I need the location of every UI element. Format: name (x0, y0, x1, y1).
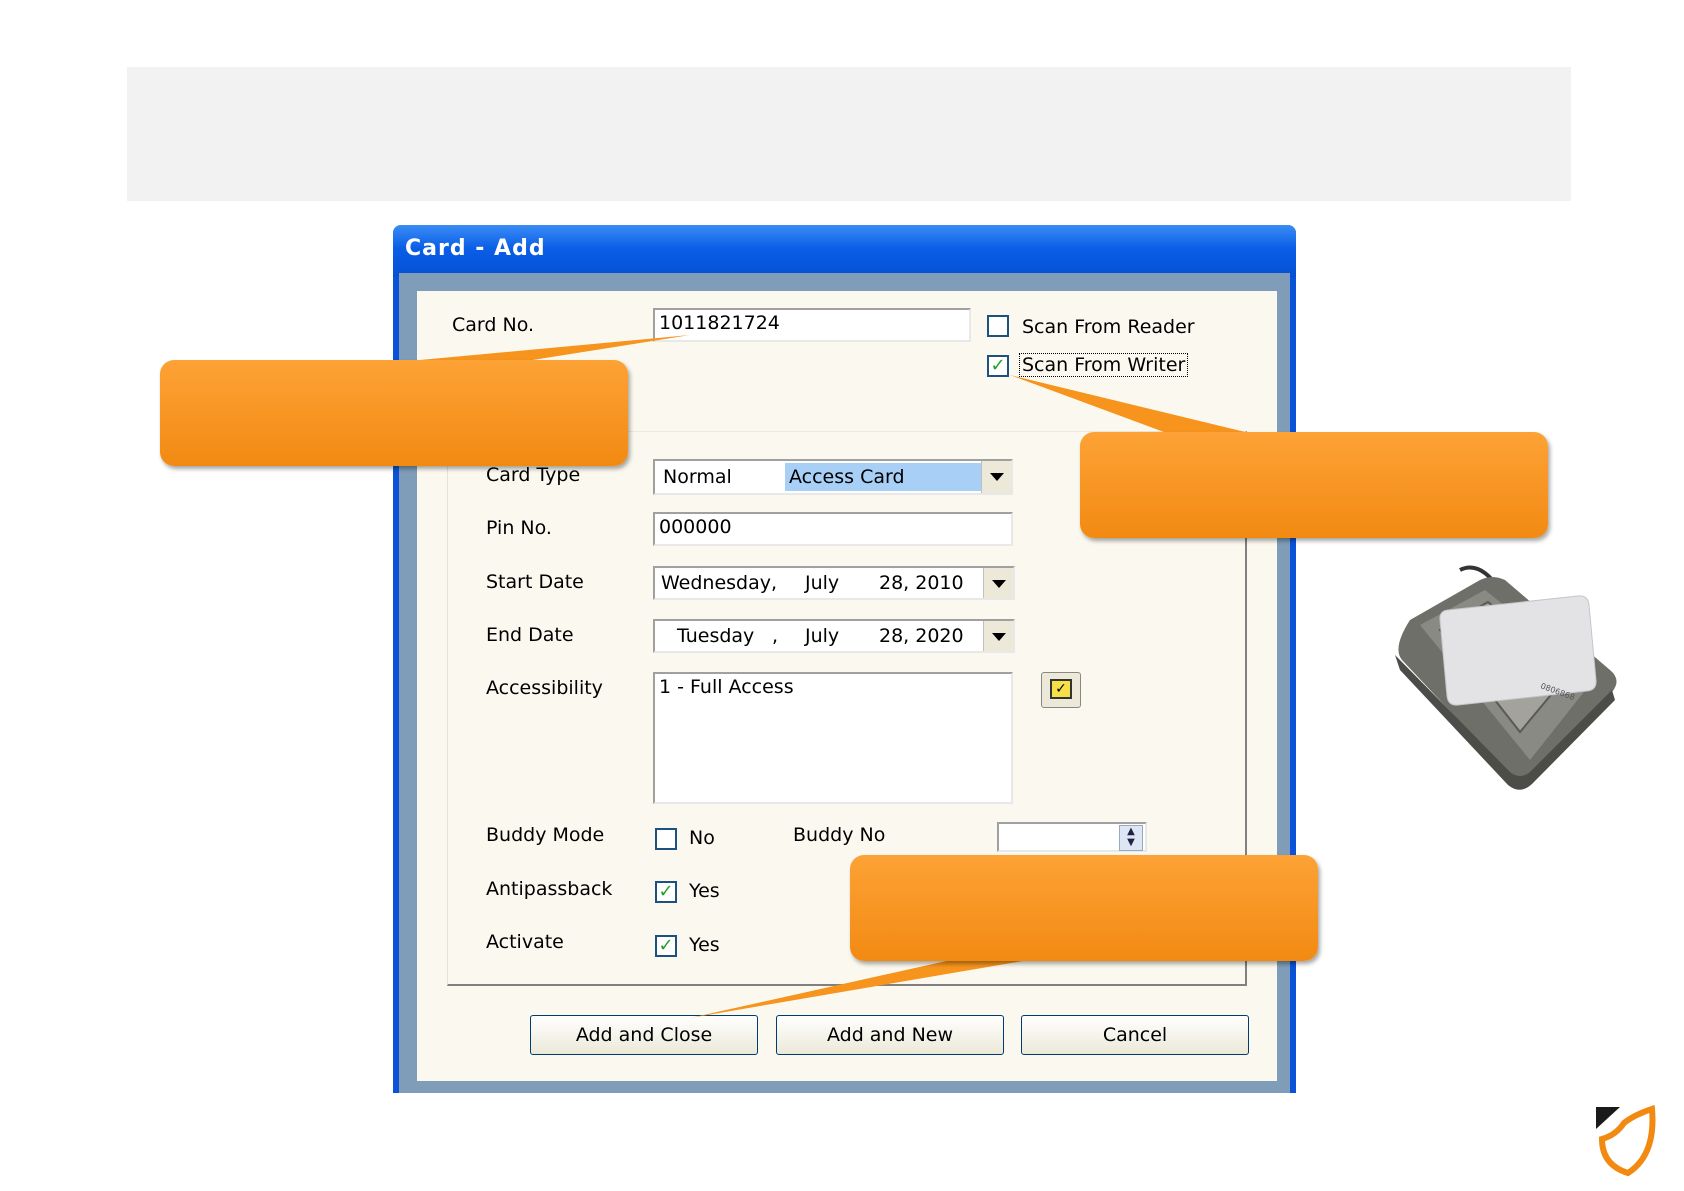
callout-scan-writer (1080, 432, 1548, 538)
callout-add-close (850, 855, 1318, 961)
callout-pointer-add-close (690, 958, 1040, 1018)
callout-card-no (160, 360, 628, 466)
callout-pointer-card-no (420, 335, 690, 362)
callout-pointer-scan-writer (1010, 375, 1270, 438)
callout-pointers (420, 335, 1270, 1018)
